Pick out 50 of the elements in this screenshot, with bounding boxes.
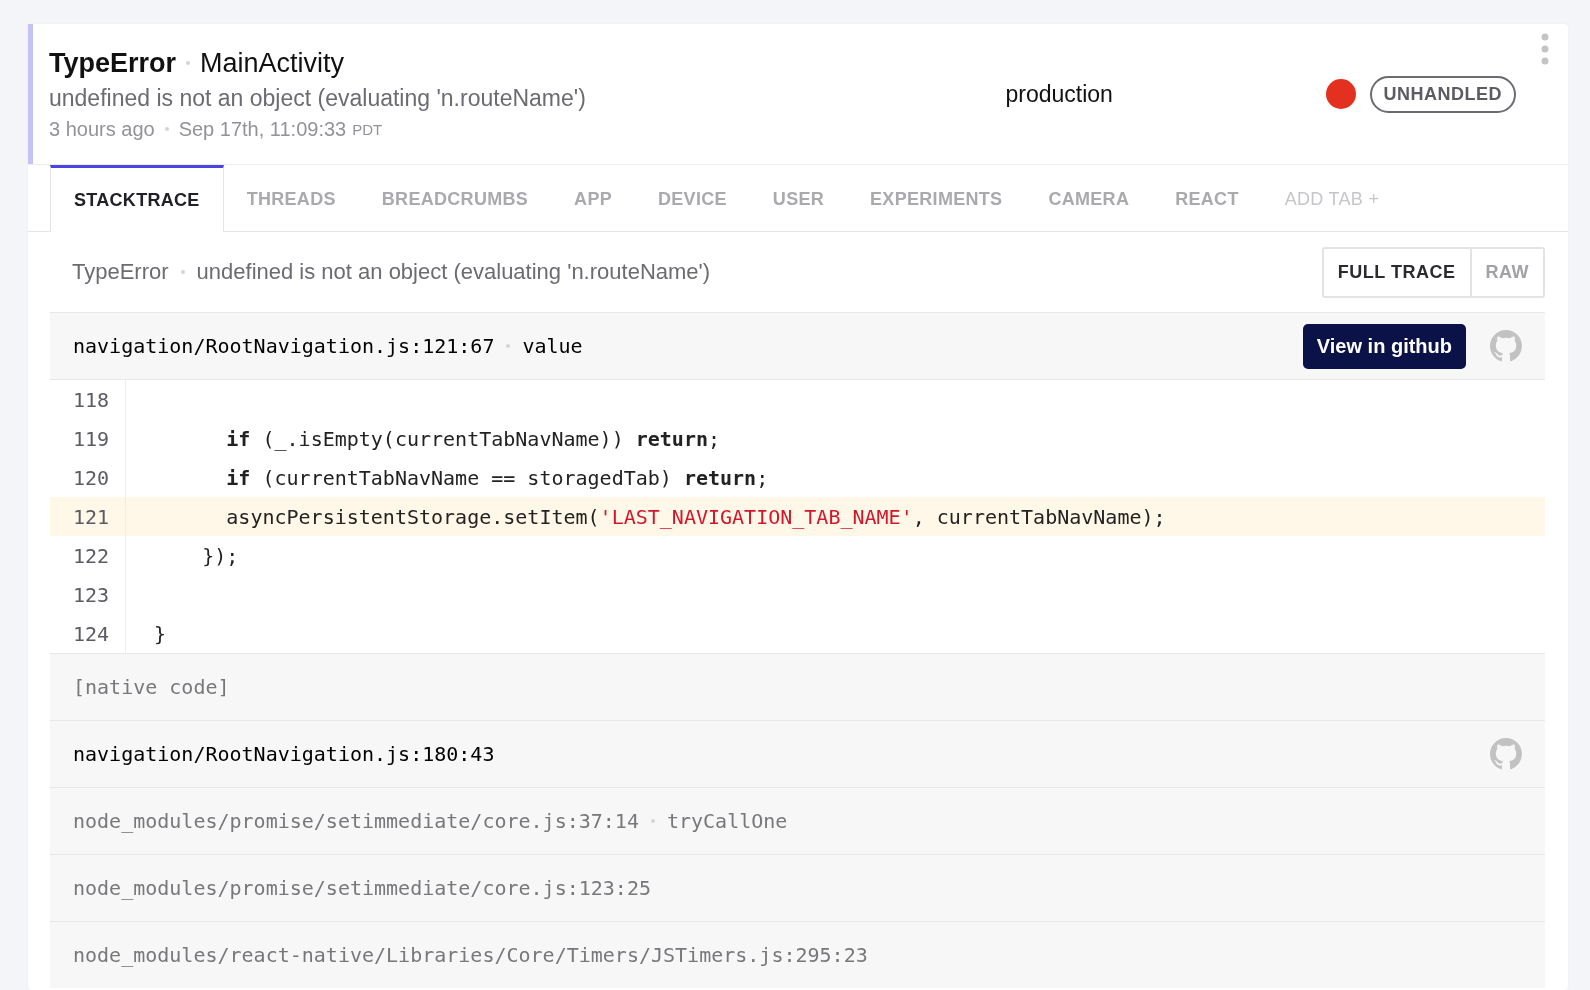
tab[interactable]: THREADS	[223, 165, 359, 231]
line-number: 118	[50, 380, 126, 419]
tab[interactable]: BREADCRUMBS	[358, 165, 552, 231]
timestamp: Sep 17th, 11:09:33	[178, 117, 347, 141]
github-icon[interactable]	[1490, 738, 1522, 770]
code-line: if (_.isEmpty(currentTabNavName)) return;	[225, 426, 721, 451]
error-class: TypeError	[49, 47, 177, 79]
tab[interactable]: REACT	[1152, 165, 1262, 231]
frame-file: node_modules/promise/setimmediate/core.js:37:14	[73, 809, 639, 833]
line-number: 123	[50, 575, 126, 614]
tab[interactable]: STACKTRACE	[50, 165, 224, 232]
stack-frame[interactable]: navigation/RootNavigation.js:121:67 value View in github	[50, 312, 1545, 379]
timezone: PDT	[352, 120, 383, 138]
line-number: 122	[50, 536, 126, 575]
stack-frame[interactable]: node_modules/promise/setimmediate/core.js:37:14 tryCallOne	[50, 787, 1545, 854]
tab[interactable]: USER	[749, 165, 848, 231]
separator-dot	[186, 61, 191, 65]
more-options-icon[interactable]	[1541, 33, 1549, 65]
code-line: });	[201, 543, 239, 568]
frame-file: navigation/RootNavigation.js:121:67	[73, 334, 495, 358]
tab[interactable]: EXPERIMENTS	[847, 165, 1026, 231]
view-toggle-button[interactable]: FULL TRACE	[1323, 248, 1472, 296]
relative-time: 3 hours ago	[49, 117, 155, 141]
frame-file: node_modules/promise/setimmediate/core.js:123:25	[73, 876, 651, 900]
frame-method: tryCallOne	[666, 809, 788, 833]
view-in-github-tooltip: View in github	[1302, 323, 1466, 369]
unhandled-badge: UNHANDLED	[1369, 75, 1516, 113]
tab[interactable]: CAMERA	[1025, 165, 1153, 231]
frame-file: node_modules/react-native/Libraries/Core/Timers/JSTimers.js:295:23	[73, 943, 868, 967]
stack-frame[interactable]: node_modules/react-native/Libraries/Core/Timers/JSTimers.js:295:23	[50, 921, 1545, 988]
error-message: undefined is not an object (evaluating 'n.routeName')	[196, 259, 711, 285]
separator-dot	[164, 127, 169, 131]
tab[interactable]: DEVICE	[635, 165, 750, 231]
native-code-label: [native code]	[73, 675, 230, 699]
line-number: 119	[50, 419, 126, 458]
github-icon[interactable]	[1490, 330, 1522, 362]
stack-frame[interactable]: navigation/RootNavigation.js:180:43	[50, 720, 1545, 787]
release-stage: production	[1005, 80, 1114, 108]
stack-frame[interactable]: node_modules/promise/setimmediate/core.js:123:25	[50, 854, 1545, 921]
code-line: }	[153, 621, 167, 646]
code-line: asyncPersistentStorage.setItem('LAST_NAVIGATION_TAB_NAME', currentTabNavName);	[225, 504, 1166, 529]
separator-dot	[180, 270, 185, 274]
frame-method: value	[522, 334, 583, 358]
code-line: if (currentTabNavName == storagedTab) return;	[225, 465, 769, 490]
error-context: MainActivity	[200, 47, 345, 79]
frame-file: navigation/RootNavigation.js:180:43	[73, 742, 495, 766]
error-class: TypeError	[72, 259, 169, 285]
tab[interactable]: APP	[551, 165, 635, 231]
error-message: undefined is not an object (evaluating 'n.routeName')	[49, 84, 587, 112]
line-number: 121	[50, 497, 126, 536]
